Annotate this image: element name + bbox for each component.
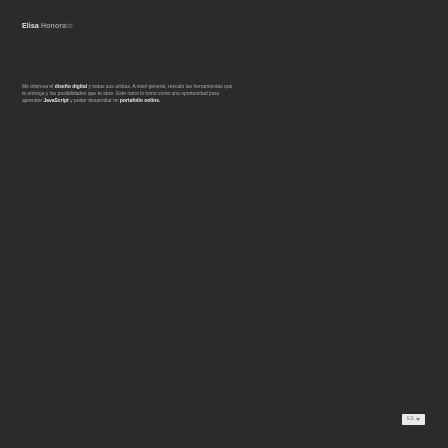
intro-bold-portfolio: portafolio online. bbox=[119, 98, 161, 105]
page: Elisa Honorato Me interesa el diseño dig… bbox=[0, 0, 448, 448]
intro-bold-digital-design: diseño digital bbox=[54, 84, 88, 90]
site-title[interactable]: Elisa Honorato bbox=[22, 22, 73, 31]
site-title-fade: to bbox=[66, 23, 73, 30]
language-label: ES bbox=[407, 416, 414, 422]
intro-text-3: y poder desarrollar mi bbox=[68, 98, 120, 105]
site-title-first: Elisa bbox=[22, 23, 39, 30]
chevron-down-icon bbox=[415, 418, 420, 421]
intro-paragraph: Me interesa el diseño digital y todas su… bbox=[22, 84, 236, 106]
intro-text-1: Me interesa el bbox=[22, 84, 55, 90]
site-title-rest: Honora bbox=[40, 23, 67, 30]
language-select-button[interactable]: ES bbox=[402, 414, 425, 425]
intro-bold-javascript: JavaScript bbox=[43, 98, 69, 105]
